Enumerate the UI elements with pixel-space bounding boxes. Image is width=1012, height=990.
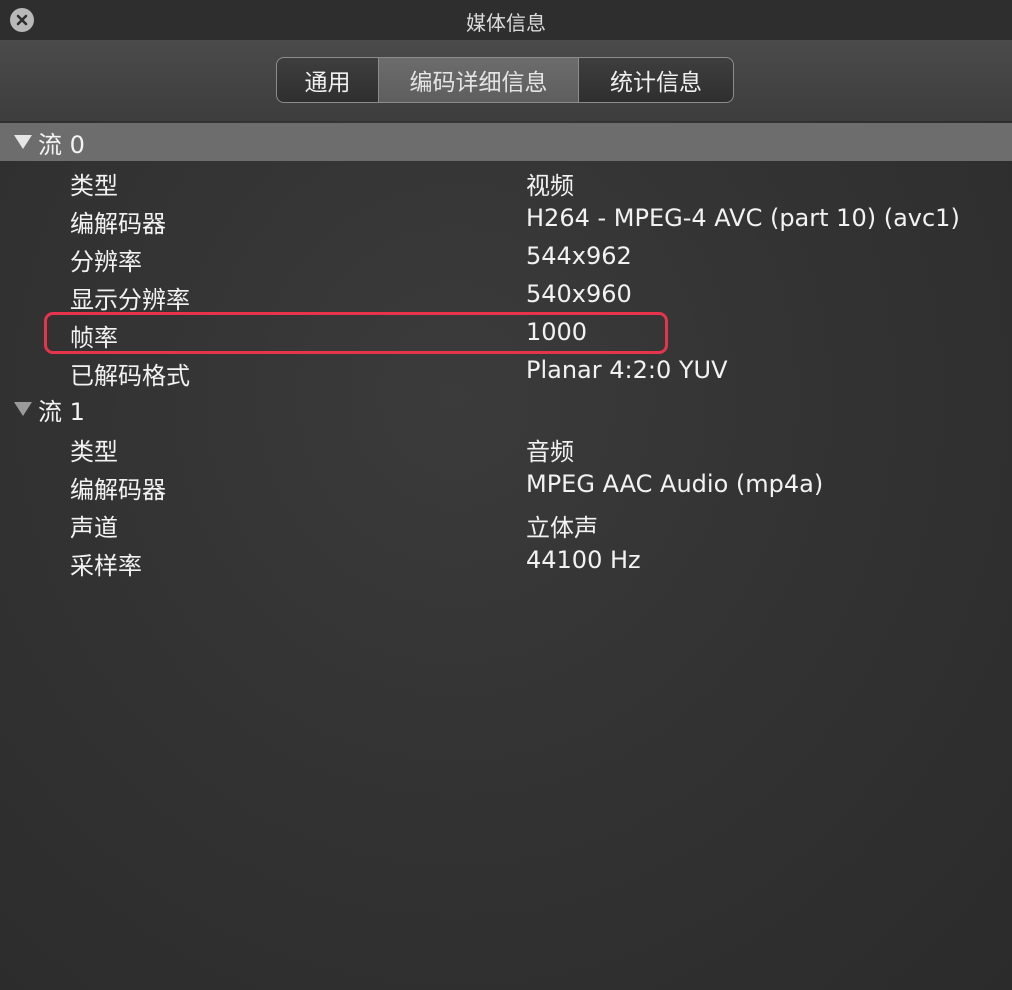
info-row[interactable]: 编解码器 H264 - MPEG-4 AVC (part 10) (avc1): [0, 200, 1012, 238]
stream-label: 流 1: [38, 397, 85, 426]
disclosure-triangle-icon[interactable]: [14, 402, 32, 416]
info-key: 编解码器: [70, 476, 166, 504]
info-value: 540x960: [526, 280, 632, 308]
info-value: 立体声: [526, 514, 598, 542]
titlebar: 媒体信息: [0, 0, 1012, 40]
info-value: 视频: [526, 172, 574, 200]
info-key: 分辨率: [70, 248, 142, 276]
info-key: 声道: [70, 514, 118, 542]
info-key: 已解码格式: [70, 362, 190, 390]
info-row[interactable]: 声道 立体声: [0, 504, 1012, 542]
tab-codec-details[interactable]: 编码详细信息: [379, 58, 579, 102]
info-row[interactable]: 已解码格式 Planar 4:2:0 YUV: [0, 352, 1012, 390]
info-value: H264 - MPEG-4 AVC (part 10) (avc1): [526, 204, 960, 232]
info-value: 音频: [526, 438, 574, 466]
segmented-control: 通用 编码详细信息 统计信息: [276, 57, 734, 103]
info-value: MPEG AAC Audio (mp4a): [526, 470, 824, 498]
media-info-window: 媒体信息 通用 编码详细信息 统计信息 流 0 类型 视频 编解码器 H264 …: [0, 0, 1012, 990]
info-row[interactable]: 类型 音频: [0, 428, 1012, 466]
stream-1-header[interactable]: 流 1: [0, 390, 1012, 428]
highlight-box: [44, 312, 668, 354]
info-key: 采样率: [70, 552, 142, 580]
info-row[interactable]: 显示分辨率 540x960: [0, 276, 1012, 314]
tab-general[interactable]: 通用: [277, 58, 379, 102]
info-row[interactable]: 编解码器 MPEG AAC Audio (mp4a): [0, 466, 1012, 504]
info-row[interactable]: 采样率 44100 Hz: [0, 542, 1012, 580]
info-value: 544x962: [526, 242, 632, 270]
info-row[interactable]: 分辨率 544x962: [0, 238, 1012, 276]
info-value: 44100 Hz: [526, 546, 641, 574]
info-key: 编解码器: [70, 210, 166, 238]
tab-statistics[interactable]: 统计信息: [579, 58, 733, 102]
tab-bar: 通用 编码详细信息 统计信息: [0, 40, 1012, 121]
info-key: 类型: [70, 172, 118, 200]
info-key: 显示分辨率: [70, 286, 190, 314]
info-value: Planar 4:2:0 YUV: [526, 356, 728, 384]
info-row[interactable]: 类型 视频: [0, 162, 1012, 200]
window-title: 媒体信息: [466, 11, 546, 35]
disclosure-triangle-icon[interactable]: [14, 135, 32, 149]
stream-0-header[interactable]: 流 0: [0, 123, 1012, 161]
info-key: 类型: [70, 438, 118, 466]
stream-label: 流 0: [38, 130, 85, 159]
